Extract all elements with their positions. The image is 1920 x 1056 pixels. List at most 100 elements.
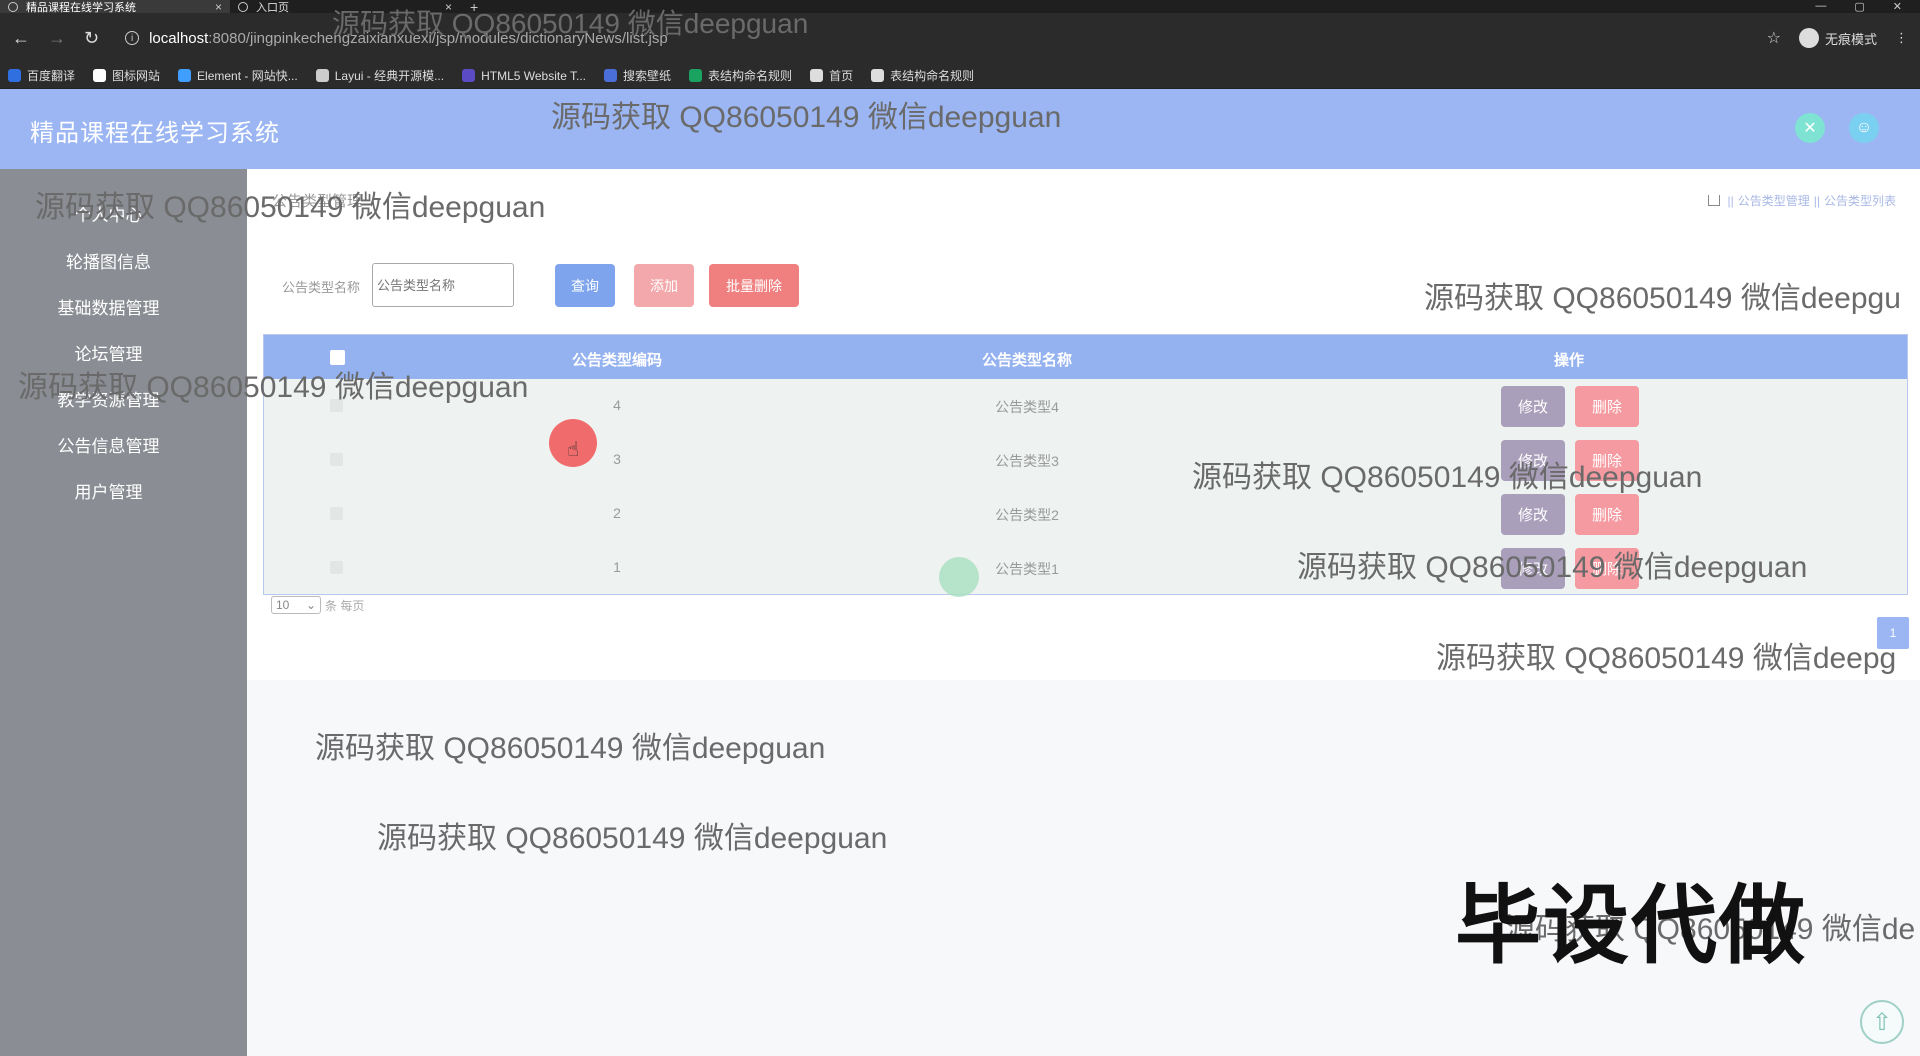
minimize-icon[interactable]: —: [1815, 0, 1826, 13]
bookmark-label: 表结构命名规则: [890, 69, 975, 83]
maximize-icon[interactable]: ▢: [1854, 0, 1864, 13]
breadcrumb: || 公告类型管理 || 公告类型列表: [1707, 192, 1896, 209]
watermark: 源码获取 QQ86050149 微信deepguan: [35, 191, 546, 224]
column-header-name: 公告类型名称: [981, 352, 1073, 369]
bookmark-item[interactable]: Layui - 经典开源模...: [315, 67, 445, 84]
cell-code: 1: [613, 559, 621, 575]
bookmark-icon: [8, 69, 21, 82]
column-header-code: 公告类型编码: [571, 352, 663, 369]
search-label: 公告类型名称: [282, 280, 361, 295]
sidebar-item-carousel[interactable]: 轮播图信息: [0, 248, 217, 273]
add-button[interactable]: 添加: [634, 264, 694, 307]
watermark: 源码获取 QQ86050149 微信deepguan: [377, 822, 888, 855]
bookmark-item[interactable]: 表结构命名规则: [871, 67, 974, 84]
chevron-down-icon: ⌄: [305, 598, 316, 612]
page-size-select[interactable]: 10 ⌄: [271, 596, 321, 614]
site-info-icon[interactable]: i: [125, 31, 140, 45]
watermark: 源码获取 QQ86050149 微信deepguan: [1297, 551, 1808, 584]
bookmark-label: 百度翻译: [27, 69, 76, 83]
page-favicon-icon: [238, 1, 248, 12]
reload-icon[interactable]: ↻: [84, 28, 99, 49]
stamp-text: 毕设代做: [1455, 878, 1807, 974]
bookmark-icon: [462, 69, 476, 82]
bookmark-item[interactable]: 百度翻译: [8, 67, 75, 84]
bookmark-icon: [871, 69, 885, 82]
browser-menu-icon[interactable]: ⋮: [1895, 30, 1908, 46]
row-checkbox[interactable]: [330, 561, 343, 574]
watermark: 源码获取 QQ86050149 微信deepguan: [18, 371, 529, 404]
bookmark-item[interactable]: HTML5 Website T...: [462, 69, 586, 83]
hand-cursor-icon: ☝: [567, 439, 580, 461]
bookmark-label: 图标网站: [112, 69, 161, 83]
cell-name: 公告类型3: [995, 453, 1059, 469]
bookmark-label: 首页: [829, 69, 854, 83]
bookmark-icon: [178, 69, 192, 82]
bookmark-item[interactable]: 搜索壁纸: [604, 67, 671, 84]
query-button[interactable]: 查询: [555, 264, 615, 307]
incognito-label: 无痕模式: [1824, 31, 1877, 47]
page-favicon-icon: [8, 1, 18, 12]
bookmark-icon: [689, 69, 703, 82]
search-input[interactable]: [372, 263, 514, 307]
watermark: 源码获取 QQ86050149 微信deepgu: [1424, 282, 1901, 315]
user-icon[interactable]: ☺: [1849, 113, 1879, 143]
click-indicator: [939, 557, 979, 597]
browser-tab-active[interactable]: 精品课程在线学习系统 ×: [0, 0, 230, 14]
window-close-icon[interactable]: ✕: [1893, 0, 1902, 13]
fullscreen-icon[interactable]: ✕: [1795, 113, 1825, 143]
browser-tab-bar: 精品课程在线学习系统 × 入口页 × + — ▢ ✕: [0, 0, 1920, 15]
incognito-icon: [1798, 28, 1819, 48]
bookmark-item[interactable]: 图标网站: [93, 67, 160, 84]
cell-name: 公告类型1: [995, 561, 1059, 577]
bookmark-icon: [315, 69, 329, 82]
sidebar-item-announcements[interactable]: 公告信息管理: [0, 432, 217, 457]
bookmark-item[interactable]: 首页: [810, 67, 853, 84]
page-size-value: 10: [276, 598, 290, 612]
watermark: 源码获取 QQ86050149 微信deepguan: [551, 101, 1062, 134]
app-title: 精品课程在线学习系统: [30, 120, 280, 147]
browser-address-bar: ← → ↻ i localhost:8080/jingpinkechengzai…: [0, 13, 1920, 63]
bookmark-label: Element - 网站快...: [197, 69, 298, 83]
page-size-label: 条 每页: [325, 599, 365, 613]
bookmark-star-icon[interactable]: ☆: [1767, 28, 1781, 48]
forward-icon[interactable]: →: [48, 28, 66, 49]
bookmarks-bar: 百度翻译 图标网站 Element - 网站快... Layui - 经典开源模...…: [0, 63, 1920, 89]
watermark: 源码获取 QQ86050149 微信deepg: [1436, 642, 1897, 675]
back-icon[interactable]: ←: [12, 28, 30, 49]
sidebar: 个人中心 轮播图信息 基础数据管理 论坛管理 教学资源管理 公告信息管理 用户管…: [0, 169, 247, 1056]
home-icon[interactable]: [1707, 195, 1720, 206]
bookmark-icon: [604, 69, 618, 82]
watermark: 源码获取 QQ86050149 微信deepguan: [315, 732, 826, 765]
row-checkbox[interactable]: [330, 507, 343, 520]
bookmark-label: 搜索壁纸: [623, 69, 672, 83]
bookmark-item[interactable]: Element - 网站快...: [178, 67, 298, 84]
bookmark-label: HTML5 Website T...: [481, 68, 587, 83]
close-tab-icon[interactable]: ×: [215, 0, 222, 14]
row-checkbox[interactable]: [330, 453, 343, 466]
bookmark-item[interactable]: 表结构命名规则: [689, 67, 792, 84]
cell-name: 公告类型2: [995, 507, 1059, 523]
cell-name: 公告类型4: [995, 399, 1059, 415]
batch-delete-button[interactable]: 批量删除: [709, 264, 799, 307]
cell-code: 3: [613, 451, 621, 467]
watermark: 源码获取 QQ86050149 微信deepguan: [1192, 461, 1703, 494]
cell-code: 2: [613, 505, 621, 521]
column-header-actions: 操作: [1553, 352, 1585, 369]
edit-button[interactable]: 修改: [1501, 386, 1565, 427]
delete-button[interactable]: 删除: [1575, 386, 1639, 427]
bookmark-icon: [93, 69, 107, 82]
breadcrumb-item: 公告类型列表: [1823, 194, 1896, 208]
breadcrumb-item[interactable]: 公告类型管理: [1738, 192, 1810, 209]
sidebar-item-base-data[interactable]: 基础数据管理: [0, 294, 217, 319]
watermark: 源码获取 QQ86050149 微信deepguan: [332, 8, 809, 39]
scroll-to-top-button[interactable]: ⇧: [1860, 1000, 1904, 1044]
url-host: localhost: [149, 29, 209, 47]
cell-code: 4: [613, 397, 621, 413]
delete-button[interactable]: 删除: [1575, 494, 1639, 535]
sidebar-item-users[interactable]: 用户管理: [0, 478, 217, 503]
incognito-profile[interactable]: 无痕模式: [1798, 28, 1877, 48]
bookmark-label: Layui - 经典开源模...: [334, 69, 445, 83]
bookmark-label: 表结构命名规则: [708, 69, 793, 83]
bookmark-icon: [810, 69, 824, 82]
edit-button[interactable]: 修改: [1501, 494, 1565, 535]
